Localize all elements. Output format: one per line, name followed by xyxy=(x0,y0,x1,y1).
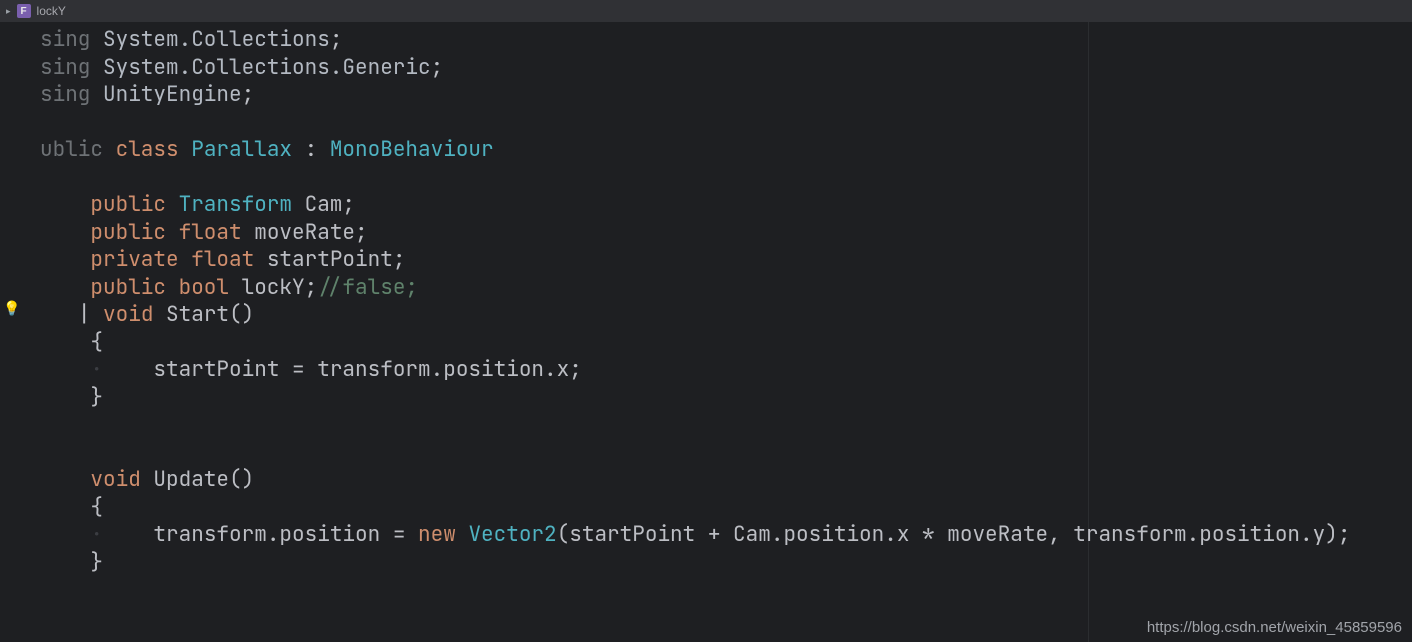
code-id: Cam xyxy=(305,191,343,218)
code-punc: ; xyxy=(330,26,343,53)
code-keyword: new xyxy=(418,521,468,548)
code-keyword: bool xyxy=(179,274,242,301)
code-id: startPoint xyxy=(267,246,393,273)
code-punc: : xyxy=(305,136,330,163)
code-punc: () xyxy=(229,466,254,493)
code-stmt: transform.position = xyxy=(153,521,418,548)
code-punc: ; xyxy=(393,246,406,273)
code-method: Update xyxy=(153,466,229,493)
code-type: Transform xyxy=(179,191,305,218)
breadcrumb-expand-icon[interactable]: ▸ xyxy=(6,6,11,17)
code-keyword: private xyxy=(90,246,191,273)
code-id: lockY xyxy=(242,274,305,301)
file-type-badge: F xyxy=(17,4,31,18)
code-namespace: System.Collections xyxy=(103,26,330,53)
lightbulb-icon[interactable]: 💡 xyxy=(3,300,20,318)
code-method: Start xyxy=(166,301,229,328)
code-keyword: sing xyxy=(40,81,103,108)
code-punc: ; xyxy=(355,219,368,246)
code-keyword: sing xyxy=(40,26,103,53)
cursor: | xyxy=(78,301,91,328)
code-stmt: startPoint = transform.position.x; xyxy=(153,356,581,383)
code-namespace: UnityEngine xyxy=(103,81,242,108)
code-brace: { xyxy=(90,329,103,356)
code-type: Vector2 xyxy=(468,521,556,548)
indent-guide: · xyxy=(90,521,103,548)
code-brace: } xyxy=(90,384,103,411)
code-keyword: ublic xyxy=(40,136,116,163)
code-keyword: class xyxy=(116,136,192,163)
code-keyword: void xyxy=(103,301,166,328)
indent-guide: · xyxy=(90,356,103,383)
code-area[interactable]: sing System.Collections; sing System.Col… xyxy=(22,22,1350,642)
code-keyword: public xyxy=(90,191,178,218)
code-keyword: float xyxy=(179,219,255,246)
code-punc: ; xyxy=(342,191,355,218)
code-keyword: sing xyxy=(40,54,103,81)
code-punc: () xyxy=(229,301,254,328)
code-brace: { xyxy=(90,494,103,521)
code-stmt: (startPoint + Cam.position.x * moveRate,… xyxy=(557,521,1351,548)
code-type: Parallax xyxy=(191,136,304,163)
code-punc: ; xyxy=(242,81,255,108)
code-keyword: public xyxy=(90,219,178,246)
code-comment: //false; xyxy=(317,274,418,301)
breadcrumb[interactable]: ▸ F lockY xyxy=(0,0,1412,22)
code-type: MonoBehaviour xyxy=(330,136,494,163)
code-keyword: float xyxy=(191,246,267,273)
code-brace: } xyxy=(90,549,103,576)
code-namespace: System.Collections.Generic xyxy=(103,54,431,81)
watermark: https://blog.csdn.net/weixin_45859596 xyxy=(1147,619,1402,636)
code-punc: ; xyxy=(431,54,444,81)
code-keyword: public xyxy=(90,274,178,301)
breadcrumb-label[interactable]: lockY xyxy=(37,4,66,18)
code-editor[interactable]: 💡 sing System.Collections; sing System.C… xyxy=(0,22,1412,642)
code-id: moveRate xyxy=(254,219,355,246)
gutter: 💡 xyxy=(0,22,22,642)
code-keyword: void xyxy=(90,466,153,493)
code-punc: ; xyxy=(305,274,318,301)
